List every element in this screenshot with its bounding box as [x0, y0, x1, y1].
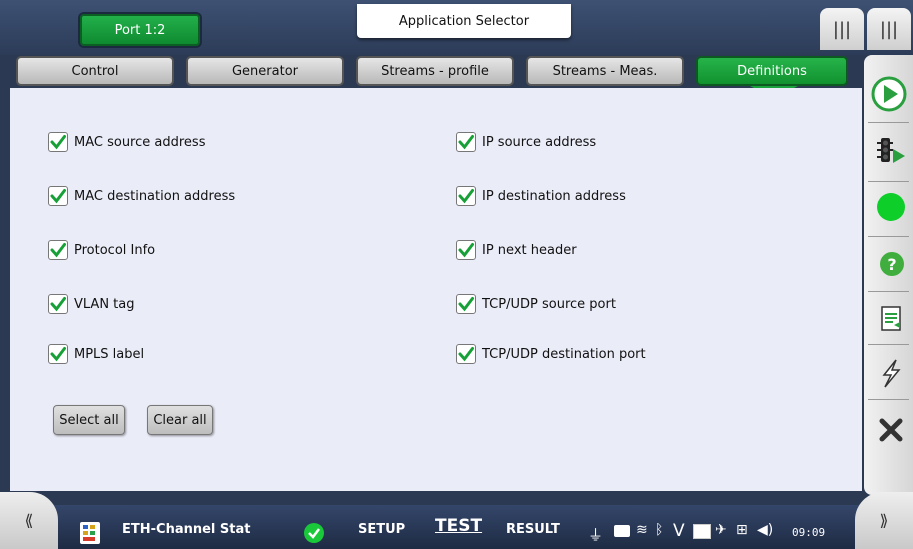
tcp-udp-source-label: TCP/UDP source port	[482, 296, 616, 312]
mac-source-row[interactable]: MAC source address	[48, 132, 205, 152]
ip-next-header-label: IP next header	[482, 242, 577, 258]
tcp-udp-destination-checkbox[interactable]	[456, 344, 476, 364]
port-button[interactable]: Port 1:2	[80, 14, 200, 46]
result-tab[interactable]: RESULT	[506, 522, 560, 537]
mac-source-checkbox[interactable]	[48, 132, 68, 152]
ip-source-label: IP source address	[482, 134, 597, 150]
protocol-info-row[interactable]: Protocol Info	[48, 240, 155, 260]
vlan-tag-label: VLAN tag	[74, 296, 135, 312]
application-selector-button[interactable]: Application Selector	[357, 4, 571, 38]
menu-icon-button-1[interactable]: |||	[820, 8, 864, 50]
right-arrows-button[interactable]: ⟫	[855, 492, 913, 549]
mpls-label-label: MPLS label	[74, 346, 145, 362]
check-status-icon	[303, 522, 325, 548]
mac-destination-checkbox[interactable]	[48, 186, 68, 206]
mac-source-label: MAC source address	[74, 134, 206, 150]
tab-streams-meas[interactable]: Streams - Meas.	[526, 56, 684, 86]
clock-time: 09:09	[792, 526, 826, 539]
traffic-light-icon[interactable]	[864, 126, 913, 176]
left-arrows-button[interactable]: ⟪	[0, 492, 58, 549]
menu-icon: |||	[879, 18, 899, 40]
tab-streams-profile[interactable]: Streams - profile	[356, 56, 514, 86]
satellite-icon: ✈	[715, 522, 727, 538]
close-icon[interactable]	[864, 405, 913, 455]
mac-destination-row[interactable]: MAC destination address	[48, 186, 235, 206]
ip-next-header-row[interactable]: IP next header	[456, 240, 577, 260]
tab-generator[interactable]: Generator	[186, 56, 344, 86]
double-chevron-right-icon: ⟫	[879, 511, 889, 530]
lightning-icon[interactable]	[864, 348, 913, 398]
test-tab[interactable]: TEST	[435, 516, 482, 536]
svg-text:?: ?	[887, 255, 896, 274]
definitions-panel: MAC source address MAC destination addre…	[10, 88, 862, 491]
wifi-icon: ≋	[636, 522, 648, 538]
app-name-label: ETH-Channel Stat	[122, 522, 251, 537]
top-bar: Port 1:2 Application Selector ||| |||	[0, 0, 913, 55]
v-icon: V	[673, 521, 685, 541]
ip-destination-checkbox[interactable]	[456, 186, 476, 206]
setup-tab[interactable]: SETUP	[358, 522, 405, 537]
tab-control[interactable]: Control	[16, 56, 174, 86]
ip-source-row[interactable]: IP source address	[456, 132, 596, 152]
network-icon: ⊞	[736, 522, 748, 538]
app-icon[interactable]	[80, 522, 100, 544]
mpls-label-checkbox[interactable]	[48, 344, 68, 364]
play-icon[interactable]	[864, 69, 913, 119]
help-icon[interactable]: ?	[864, 239, 913, 289]
bluetooth-icon: ᛒ	[655, 522, 664, 538]
menu-icon: |||	[832, 18, 852, 40]
ip-source-checkbox[interactable]	[456, 132, 476, 152]
protocol-info-label: Protocol Info	[74, 242, 156, 258]
clear-all-button[interactable]: Clear all	[147, 405, 213, 435]
mpls-label-row[interactable]: MPLS label	[48, 344, 144, 364]
menu-icon-button-2[interactable]: |||	[867, 8, 911, 50]
vlan-tag-row[interactable]: VLAN tag	[48, 294, 135, 314]
tab-bar: Control Generator Streams - profile Stre…	[14, 56, 864, 88]
tcp-udp-source-checkbox[interactable]	[456, 294, 476, 314]
ip-next-header-checkbox[interactable]	[456, 240, 476, 260]
select-all-button[interactable]: Select all	[53, 405, 125, 435]
status-led-icon	[864, 182, 913, 232]
vlan-tag-checkbox[interactable]	[48, 294, 68, 314]
tab-definitions[interactable]: Definitions	[696, 56, 848, 86]
terminal-icon	[693, 524, 711, 539]
camera-icon	[614, 525, 630, 537]
tcp-udp-destination-row[interactable]: TCP/UDP destination port	[456, 344, 646, 364]
tcp-udp-source-row[interactable]: TCP/UDP source port	[456, 294, 616, 314]
speaker-icon: ◀)	[757, 522, 774, 538]
tcp-udp-destination-label: TCP/UDP destination port	[482, 346, 646, 362]
protocol-info-checkbox[interactable]	[48, 240, 68, 260]
report-icon[interactable]	[864, 293, 913, 343]
right-sidebar: ?	[864, 55, 913, 495]
double-chevron-left-icon: ⟪	[24, 511, 34, 530]
mac-destination-label: MAC destination address	[74, 188, 236, 204]
power-plug-icon: ⏚	[588, 526, 604, 544]
ip-destination-label: IP destination address	[482, 188, 626, 204]
ip-destination-row[interactable]: IP destination address	[456, 186, 626, 206]
